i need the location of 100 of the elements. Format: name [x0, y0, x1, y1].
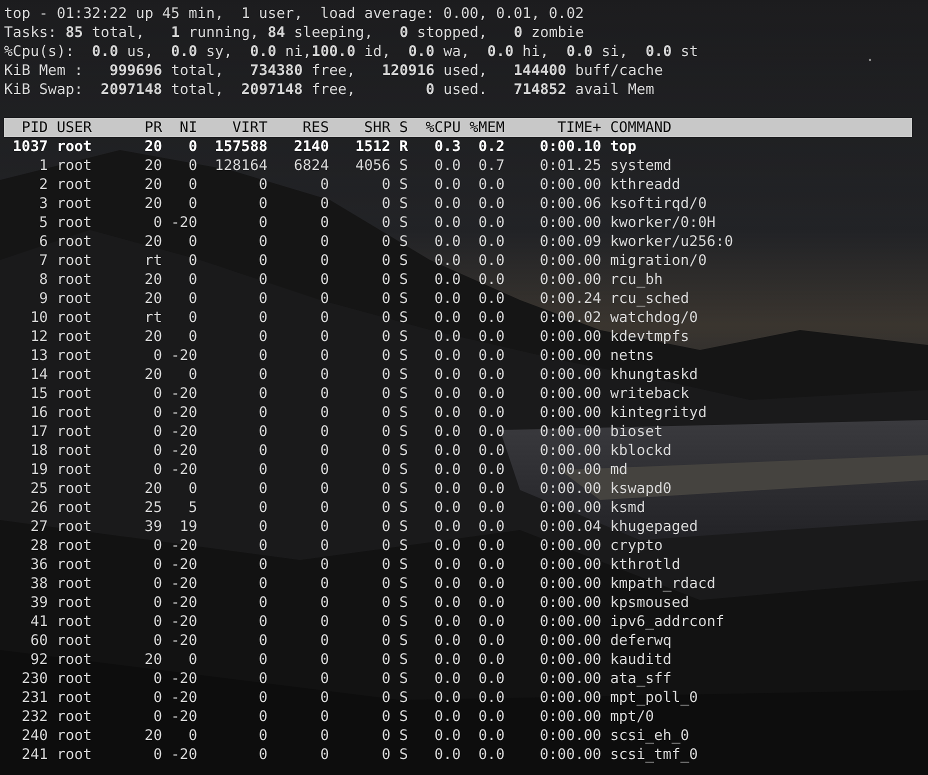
table-cell-text: 25 [144, 498, 162, 517]
table-cell-text: 1 [38, 156, 48, 175]
table-cell-text: 0 [380, 346, 390, 365]
table-cell-text: 0 [319, 270, 329, 289]
table-cell-text: 16 [29, 403, 48, 422]
table-cell-text: 92 [29, 650, 48, 669]
table-cell-text: 0 [380, 365, 390, 384]
table-cell-text: 0 [187, 327, 198, 346]
table-cell-text: 0.0 [433, 574, 461, 593]
table-cell-text: 0 [319, 612, 329, 631]
table-cell: S [399, 346, 408, 365]
table-cell-text: 0.0 [477, 593, 505, 612]
table-cell-text: 39 [29, 593, 48, 612]
table-cell-text: 0 [258, 688, 268, 707]
table-cell-text: 0 [319, 593, 329, 612]
table-cell-text: 0.0 [477, 213, 505, 232]
table-cell: S [399, 270, 408, 289]
table-cell-text: 0 [319, 308, 329, 327]
table-cell: -20 [170, 460, 198, 479]
table-cell-text: 8 [38, 270, 48, 289]
table-cell: bioset [610, 422, 663, 441]
table-cell-text: 0 [258, 745, 268, 764]
table-cell-text: 0:00.09 [538, 232, 602, 251]
table-cell-text: 0.0 [433, 745, 461, 764]
table-cell-text: 0 [187, 308, 198, 327]
table-cell-text: 128164 [214, 156, 268, 175]
table-cell-text: 0:00.00 [538, 536, 602, 555]
table-cell: -20 [170, 688, 198, 707]
table-cell-text: 0 [319, 403, 329, 422]
table-cell-text: root [56, 707, 93, 726]
table-cell-text: 6824 [292, 156, 329, 175]
table-cell: -20 [170, 574, 198, 593]
table-cell-text: 19 [178, 517, 198, 536]
table-cell-text: 0 [187, 289, 198, 308]
table-cell-text: 0 [152, 460, 162, 479]
table-cell-text: 0 [319, 422, 329, 441]
table-cell-text: 39 [144, 517, 162, 536]
table-cell: -20 [170, 707, 198, 726]
table-cell-text: 2140 [292, 137, 329, 156]
table-cell: kworker/u256:0 [610, 232, 734, 251]
table-cell: ksmd [610, 498, 646, 517]
table-cell-text: 0 [187, 650, 198, 669]
table-cell-text: 0.0 [477, 517, 505, 536]
table-cell: S [399, 650, 408, 669]
table-cell-text: 0 [258, 175, 268, 194]
table-cell-text: 20 [144, 327, 162, 346]
table-cell-text: 0 [380, 175, 390, 194]
table-cell: writeback [610, 384, 690, 403]
table-cell-text: 0 [258, 346, 268, 365]
table-cell-text: 1512 [354, 137, 390, 156]
table-cell-text: 60 [29, 631, 48, 650]
table-cell-text: 0 [258, 479, 268, 498]
table-cell-text: 0 [380, 726, 390, 745]
table-cell-text: 0:00.00 [538, 422, 602, 441]
table-cell-text: 0 [319, 213, 329, 232]
table-cell: khungtaskd [610, 365, 698, 384]
table-cell-text: 0.0 [477, 251, 505, 270]
table-cell-text: root [56, 688, 93, 707]
table-cell-text: 0.0 [433, 726, 461, 745]
table-cell: S [399, 194, 408, 213]
table-cell: top [610, 137, 636, 156]
table-cell-text: root [56, 422, 93, 441]
table-cell-text: 0 [152, 536, 162, 555]
table-cell-text: 0.0 [433, 384, 461, 403]
table-cell-text: 0 [319, 384, 329, 403]
table-cell-text: root [56, 270, 93, 289]
table-cell-text: 12 [29, 327, 48, 346]
table-cell-text: 0 [319, 650, 329, 669]
table-cell-text: 0.0 [433, 536, 461, 555]
table-cell-text: 0.0 [477, 707, 505, 726]
table-cell-text: 25 [29, 479, 48, 498]
table-cell: -20 [170, 631, 198, 650]
table-cell-text: 0 [258, 650, 268, 669]
table-cell-text: 36 [29, 555, 48, 574]
table-cell-text: 0:00.06 [538, 194, 602, 213]
column-header: PR [144, 118, 162, 137]
table-cell-text: 0 [258, 194, 268, 213]
table-cell-text: 0.0 [477, 745, 505, 764]
table-cell-text: 0:00.00 [538, 707, 602, 726]
table-cell-text: 0.0 [433, 593, 461, 612]
table-cell: S [399, 289, 408, 308]
table-cell-text: 0 [380, 688, 390, 707]
table-cell-text: 0.0 [433, 707, 461, 726]
table-cell-text: 0.0 [433, 441, 461, 460]
table-cell-text: 0.0 [477, 612, 505, 631]
table-cell: R [399, 137, 408, 156]
table-cell-text: 0 [258, 707, 268, 726]
table-cell: -20 [170, 346, 198, 365]
table-cell-text: 0:00.00 [538, 270, 602, 289]
table-cell-text: 0 [152, 384, 162, 403]
table-cell: S [399, 384, 408, 403]
table-cell-text: root [56, 517, 93, 536]
table-cell-text: 0.0 [477, 365, 505, 384]
table-cell-text: root [56, 213, 93, 232]
table-cell-text: 0.0 [477, 688, 505, 707]
table-cell-text: 0.0 [433, 688, 461, 707]
table-cell-text: 0 [380, 498, 390, 517]
table-cell-text: 0.0 [477, 726, 505, 745]
table-cell-text: 18 [29, 441, 48, 460]
table-cell-text: 0 [319, 517, 329, 536]
